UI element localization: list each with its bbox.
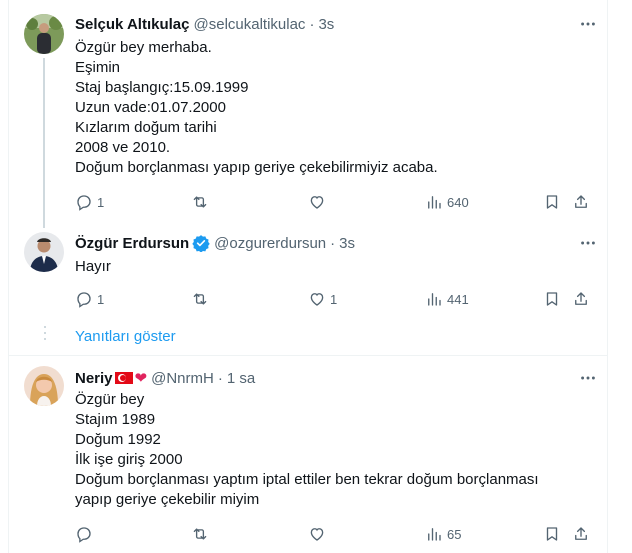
analytics-icon: [428, 196, 441, 209]
views-button[interactable]: 441: [425, 289, 469, 309]
retweet-button[interactable]: [191, 289, 209, 309]
tweet-line: Uzun vade:01.07.2000: [75, 99, 226, 116]
tweet-header: Selçuk Altıkulaç @selcukaltikulac · 3s: [75, 14, 334, 34]
tweet-line: Özgür bey merhaba.: [75, 39, 212, 56]
avatar[interactable]: [24, 14, 64, 54]
thread-dotted-line: [44, 326, 46, 344]
more-icon: [581, 376, 595, 380]
views-button[interactable]: 65: [425, 524, 461, 544]
user-handle[interactable]: @ozgurerdursun: [214, 235, 326, 252]
bookmark-icon: [546, 527, 558, 541]
reply-button[interactable]: 1: [75, 289, 104, 309]
timestamp[interactable]: 1 sa: [227, 370, 255, 387]
analytics-icon: [428, 293, 441, 306]
separator-dot: ·: [330, 234, 336, 252]
share-icon: [575, 292, 587, 305]
separator-dot: ·: [309, 15, 315, 33]
avatar[interactable]: [24, 232, 64, 272]
views-button[interactable]: 640: [425, 192, 469, 212]
tweet-line: İlk işe giriş 2000: [75, 451, 183, 468]
tweet-actions: 1 1 441: [75, 289, 595, 309]
tweet-header: Özgür Erdursun @ozgurerdursun · 3s: [75, 233, 355, 253]
tweet-header: Neriy ❤ @NnrmH · 1 sa: [75, 368, 255, 388]
reply-button[interactable]: [75, 524, 93, 544]
retweet-icon: [193, 528, 207, 540]
tweet-line: Kızlarım doğum tarihi: [75, 119, 217, 136]
tweet-actions: 65: [75, 524, 595, 544]
timestamp[interactable]: 3s: [339, 235, 355, 252]
tweet-text: Özgür bey Stajım 1989 Doğum 1992 İlk işe…: [75, 390, 585, 510]
tweet-line: 2008 ve 2010.: [75, 139, 171, 156]
tweet-line: Stajım 1989: [75, 411, 156, 428]
more-options-button[interactable]: [578, 233, 598, 253]
more-icon: [581, 241, 595, 245]
timestamp[interactable]: 3s: [318, 16, 334, 33]
show-replies-link[interactable]: Yanıtları göster: [75, 328, 176, 345]
share-button[interactable]: [572, 192, 590, 212]
more-options-button[interactable]: [578, 368, 598, 388]
share-icon: [575, 195, 587, 208]
like-button[interactable]: [308, 192, 326, 212]
heart-icon: [310, 293, 324, 306]
reply-icon: [77, 195, 91, 211]
thread-connector: [43, 58, 45, 228]
display-name[interactable]: Selçuk Altıkulaç: [75, 16, 190, 33]
tweet-line: Eşimin: [75, 59, 121, 76]
tweet-line: Doğum borçlanması yapıp geriye çekebilir…: [75, 159, 438, 176]
more-options-button[interactable]: [578, 14, 598, 34]
tweet-line: Özgür bey: [75, 391, 145, 408]
tweet-text: Hayır: [75, 257, 585, 277]
heart-icon: [310, 196, 324, 209]
view-count: 65: [447, 526, 462, 542]
divider: [8, 355, 608, 356]
like-button[interactable]: [308, 524, 326, 544]
reply-button[interactable]: 1: [75, 192, 104, 212]
display-name[interactable]: Neriy: [75, 370, 113, 387]
bookmark-icon: [546, 195, 558, 209]
display-name[interactable]: Özgür Erdursun: [75, 235, 189, 252]
tweet-line: Doğum 1992: [75, 431, 161, 448]
retweet-icon: [193, 196, 207, 208]
bookmark-icon: [546, 292, 558, 306]
bookmark-button[interactable]: [543, 524, 561, 544]
retweet-button[interactable]: [191, 192, 209, 212]
retweet-button[interactable]: [191, 524, 209, 544]
view-count: 441: [447, 291, 469, 307]
user-handle[interactable]: @NnrmH: [151, 370, 214, 387]
like-button[interactable]: 1: [308, 289, 337, 309]
verified-badge-icon[interactable]: [192, 234, 210, 252]
reply-count: 1: [97, 291, 105, 307]
bookmark-button[interactable]: [543, 289, 561, 309]
red-heart-icon: ❤: [134, 370, 148, 387]
bookmark-button[interactable]: [543, 192, 561, 212]
analytics-icon: [428, 528, 441, 541]
avatar[interactable]: [24, 366, 64, 406]
share-icon: [575, 527, 587, 540]
tweet-actions: 1 640: [75, 192, 595, 212]
share-button[interactable]: [572, 289, 590, 309]
reply-count: 1: [97, 194, 105, 210]
retweet-icon: [193, 293, 207, 305]
user-handle[interactable]: @selcukaltikulac: [194, 16, 306, 33]
turkish-flag-icon: [114, 372, 133, 384]
heart-icon: [310, 528, 324, 541]
reply-icon: [77, 527, 91, 543]
tweet-line: Hayır: [75, 258, 111, 275]
more-icon: [581, 22, 595, 26]
view-count: 640: [447, 194, 469, 210]
reply-icon: [77, 292, 91, 308]
tweet-text: Özgür bey merhaba. Eşimin Staj başlangıç…: [75, 38, 585, 178]
separator-dot: ·: [217, 369, 223, 387]
tweet-line: Doğum borçlanması yaptım iptal ettiler b…: [75, 471, 539, 488]
tweet-line: yapıp geriye çekebilir miyim: [75, 491, 260, 508]
tweet-line: Staj başlangıç:15.09.1999: [75, 79, 249, 96]
share-button[interactable]: [572, 524, 590, 544]
like-count: 1: [330, 291, 338, 307]
